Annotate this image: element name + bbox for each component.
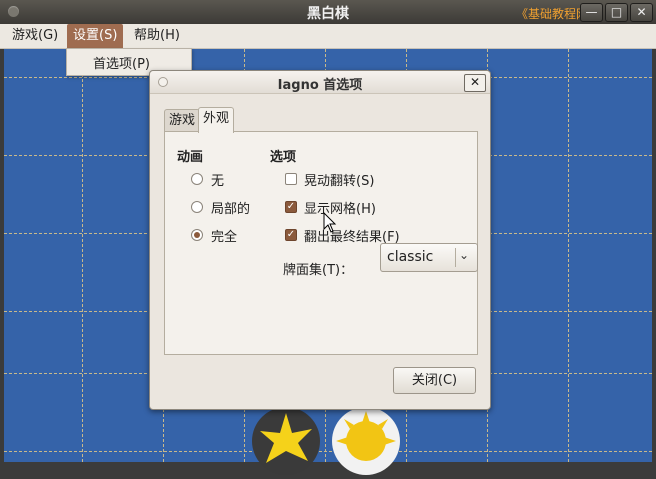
- close-icon: ✕: [469, 75, 481, 89]
- radio-label-full[interactable]: 完全: [211, 226, 237, 245]
- maximize-button[interactable]: □: [605, 3, 628, 22]
- dark-piece-star-icon: [260, 413, 312, 463]
- dark-piece: [252, 407, 320, 475]
- checkbox-flip-animation[interactable]: [285, 173, 297, 185]
- checkbox-label-grid[interactable]: 显示网格(H): [304, 198, 376, 217]
- tileset-value: classic: [387, 249, 434, 265]
- grid-line: [82, 49, 83, 462]
- chevron-down-icon: ⌄: [459, 248, 470, 262]
- maximize-icon: □: [610, 5, 623, 19]
- radio-animation-none[interactable]: [191, 173, 203, 185]
- preferences-menu-item[interactable]: 首选项(P): [93, 53, 150, 72]
- close-button[interactable]: 关闭(C): [393, 367, 476, 394]
- light-piece-sun-icon: [336, 411, 396, 461]
- mouse-cursor-icon: [323, 212, 337, 233]
- radio-animation-partial[interactable]: [191, 201, 203, 213]
- grid-line: [4, 451, 652, 452]
- check-icon: ✓: [286, 201, 296, 212]
- grid-line: [568, 49, 569, 462]
- dialog-title: Iagno 首选项: [277, 78, 363, 93]
- window-close-button[interactable]: ✕: [630, 3, 653, 22]
- light-piece: [332, 407, 400, 475]
- radio-label-partial[interactable]: 局部的: [211, 198, 250, 217]
- tab-game[interactable]: 游戏: [164, 109, 201, 132]
- checkbox-label-flip[interactable]: 晃动翻转(S): [304, 170, 374, 189]
- menubar: 游戏(G) 设置(S) 帮助(H): [0, 24, 656, 49]
- checkbox-flip-final[interactable]: ✓: [285, 229, 297, 241]
- minimize-icon: —: [585, 5, 598, 19]
- menu-help[interactable]: 帮助(H): [128, 24, 186, 48]
- appearance-panel: 动画 选项 无 局部的 完全 晃动翻转(S) ✓ 显示网格(H) ✓ 翻出最终结…: [164, 131, 478, 355]
- radio-label-none[interactable]: 无: [211, 170, 224, 189]
- tab-appearance[interactable]: 外观: [198, 107, 235, 133]
- dialog-close-button[interactable]: ✕: [464, 74, 486, 92]
- radio-animation-full[interactable]: [191, 229, 203, 241]
- combo-separator: [455, 248, 456, 267]
- close-icon: ✕: [636, 5, 647, 19]
- preferences-dialog: Iagno 首选项 ✕ 游戏 外观 动画 选项 无 局部的 完全 晃动翻转(S)…: [149, 70, 491, 410]
- menu-game[interactable]: 游戏(G): [6, 24, 64, 48]
- window-titlebar: 黑白棋 《基础教程网》 — □ ✕: [0, 0, 656, 25]
- animation-header: 动画: [177, 150, 204, 165]
- dialog-titlebar: Iagno 首选项 ✕: [150, 71, 490, 94]
- tileset-label: 牌面集(T)：: [283, 263, 354, 278]
- tileset-combo[interactable]: classic ⌄: [380, 243, 478, 272]
- minimize-button[interactable]: —: [580, 3, 603, 22]
- options-header: 选项: [270, 150, 297, 165]
- menu-settings[interactable]: 设置(S): [67, 24, 124, 48]
- checkbox-show-grid[interactable]: ✓: [285, 201, 297, 213]
- check-icon: ✓: [286, 229, 296, 240]
